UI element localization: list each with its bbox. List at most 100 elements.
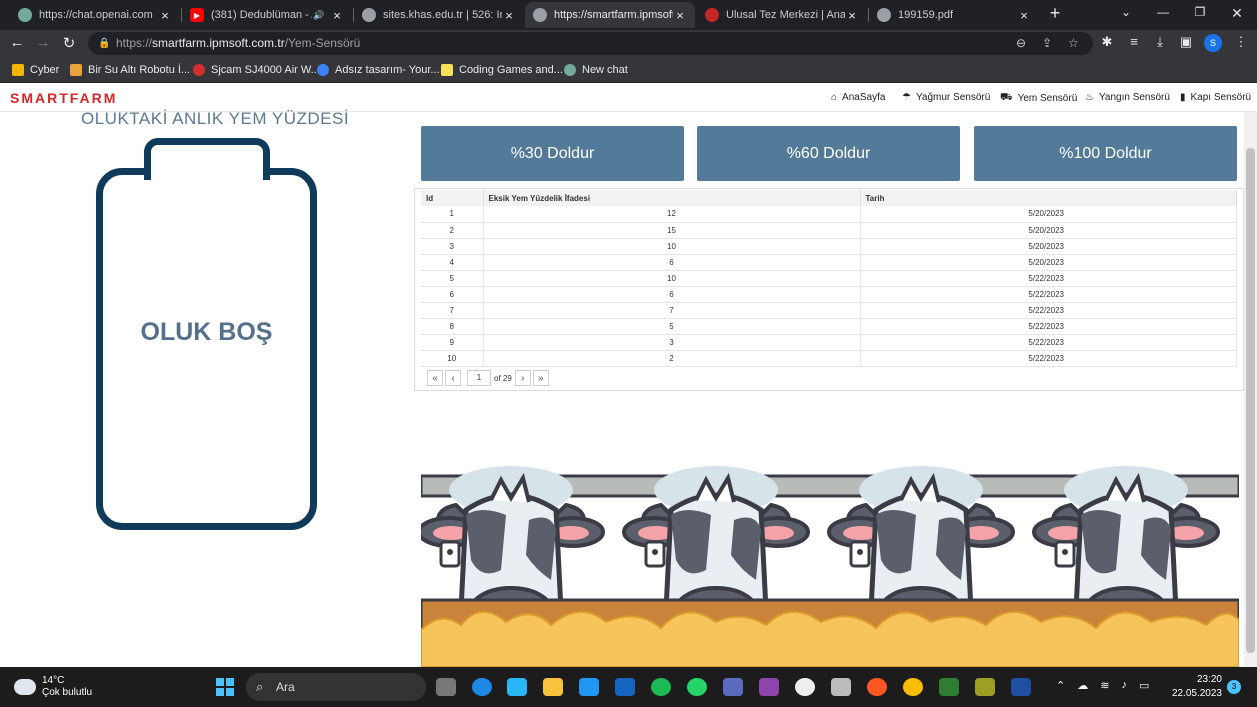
maximize-icon[interactable]: ❐ — [1190, 5, 1210, 19]
nav-yem-sensoru[interactable]: ⛟ Yem Sensörü — [1000, 92, 1077, 105]
forward-icon[interactable]: → — [34, 34, 52, 51]
table-row[interactable]: 3 10 5/20/2023 — [421, 238, 1237, 255]
trough-container — [96, 168, 317, 530]
reload-icon[interactable]: ↻ — [60, 34, 78, 52]
next-page-button[interactable]: › — [514, 370, 531, 386]
table-row[interactable]: 9 3 5/22/2023 — [421, 334, 1237, 351]
minimize-icon[interactable]: — — [1153, 5, 1173, 19]
start-button[interactable] — [216, 678, 234, 696]
wifi-icon[interactable]: ≋ — [1100, 679, 1109, 692]
table-row[interactable]: 4 6 5/20/2023 — [421, 254, 1237, 271]
close-icon[interactable]: × — [1017, 8, 1031, 23]
column-header-id[interactable]: Id — [421, 190, 484, 206]
profile-avatar[interactable]: S — [1204, 34, 1222, 52]
unity-icon[interactable] — [831, 678, 851, 696]
app-icon[interactable] — [939, 678, 959, 696]
fill-60-button[interactable]: %60 Doldur — [697, 126, 960, 181]
store-icon[interactable] — [579, 678, 599, 696]
spotify-icon[interactable] — [651, 678, 671, 696]
table-row[interactable]: 10 2 5/22/2023 — [421, 350, 1237, 367]
tab-smartfarm[interactable]: https://smartfarm.ipmsoft.c × — [525, 2, 695, 28]
column-header-missing-feed[interactable]: Eksik Yem Yüzdelik İfadesi — [483, 190, 861, 206]
nav-yangin-sensoru[interactable]: ♨ Yangın Sensörü — [1085, 92, 1170, 103]
tab-youtube[interactable]: ▶ (381) Dedublüman - Al 🔊 × — [182, 2, 352, 28]
brand-logo[interactable]: SMARTFARM — [10, 90, 117, 106]
bookmark-canva[interactable]: Adsız tasarım- Your... — [317, 62, 440, 78]
first-page-button[interactable]: « — [427, 370, 443, 386]
visual-studio-icon[interactable] — [759, 678, 779, 696]
share-icon[interactable]: ⇪ — [1042, 32, 1052, 55]
openai-icon — [564, 64, 576, 76]
bookmark-new-chat[interactable]: New chat — [564, 62, 628, 78]
fill-100-button[interactable]: %100 Doldur — [974, 126, 1237, 181]
tab-search-icon[interactable]: ⌄ — [1116, 5, 1136, 19]
bookmark-sjcam[interactable]: Sjcam SJ4000 Air W... — [193, 62, 320, 78]
postman-icon[interactable] — [867, 678, 887, 696]
table-row[interactable]: 5 10 5/22/2023 — [421, 270, 1237, 287]
word-icon[interactable] — [1011, 678, 1031, 696]
table-row[interactable]: 8 5 5/22/2023 — [421, 318, 1237, 335]
page-scrollbar[interactable] — [1244, 112, 1257, 667]
edge-icon[interactable] — [472, 678, 492, 696]
virtualbox-icon[interactable] — [723, 678, 743, 696]
bookmark-codingame[interactable]: Coding Games and... — [441, 62, 563, 78]
table-row[interactable]: 7 7 5/22/2023 — [421, 302, 1237, 319]
nav-yagmur-sensoru[interactable]: ☂ Yağmur Sensörü — [902, 92, 990, 103]
bookmark-su-alti[interactable]: Bir Su Altı Robotu İ... — [70, 62, 190, 78]
scrollbar-thumb[interactable] — [1246, 148, 1255, 653]
volume-icon[interactable]: ♪ — [1121, 679, 1127, 692]
column-header-date[interactable]: Tarih — [860, 190, 1237, 206]
feed-table: Id Eksik Yem Yüzdelik İfadesi Tarih 1 12 5… — [421, 190, 1237, 367]
lock-icon: 🔒 — [98, 38, 111, 49]
close-icon[interactable]: × — [330, 8, 344, 23]
menu-icon[interactable]: ⋮ — [1232, 34, 1250, 50]
new-tab-button[interactable]: + — [1045, 3, 1065, 25]
desktop-icon[interactable] — [507, 678, 527, 696]
clock[interactable]: 23:20 22.05.2023 — [1170, 673, 1222, 701]
task-view-icon[interactable] — [436, 678, 456, 696]
speaker-icon[interactable]: 🔊 — [312, 10, 326, 21]
app-icon[interactable] — [975, 678, 995, 696]
window-close-icon[interactable]: ✕ — [1227, 5, 1247, 22]
file-explorer-icon[interactable] — [543, 678, 563, 696]
prev-page-button[interactable]: ‹ — [445, 370, 461, 386]
sidepanel-icon[interactable]: ▣ — [1177, 34, 1195, 50]
table-row[interactable]: 2 15 5/20/2023 — [421, 222, 1237, 239]
taskbar-search[interactable]: ⌕ Ara — [246, 673, 426, 701]
app-icon[interactable] — [795, 678, 815, 696]
bookmark-star-icon[interactable]: ☆ — [1068, 32, 1079, 55]
table-row[interactable]: 1 12 5/20/2023 — [421, 206, 1237, 223]
cell-id: 2 — [421, 222, 484, 239]
pager: « ‹ 1 of 29 › » — [427, 370, 549, 386]
download-icon[interactable]: ⤓ — [1151, 34, 1169, 50]
tab-chat-openai[interactable]: https://chat.openai.com × — [10, 2, 180, 28]
last-page-button[interactable]: » — [532, 370, 549, 386]
close-icon[interactable]: × — [845, 8, 859, 23]
mail-icon[interactable] — [615, 678, 635, 696]
close-icon[interactable]: × — [502, 8, 516, 23]
media-control-icon[interactable]: ≡ — [1125, 34, 1143, 49]
close-icon[interactable]: × — [158, 8, 172, 23]
weather-widget[interactable]: 14°C Çok bulutlu — [14, 675, 92, 699]
tab-ulusal-tez[interactable]: Ulusal Tez Merkezi | Anasay × — [697, 2, 867, 28]
back-icon[interactable]: ← — [8, 34, 26, 51]
zoom-icon[interactable]: ⊖ — [1016, 32, 1026, 55]
whatsapp-icon[interactable] — [687, 678, 707, 696]
tab-pdf[interactable]: 199159.pdf × — [869, 2, 1039, 28]
battery-icon[interactable]: ▭ — [1139, 679, 1149, 692]
chevron-up-icon[interactable]: ⌃ — [1056, 679, 1065, 692]
extensions-icon[interactable]: ✱ — [1098, 34, 1116, 50]
chrome-icon[interactable] — [903, 678, 923, 696]
close-icon[interactable]: × — [673, 8, 687, 23]
nav-kapi-sensoru[interactable]: ▮ Kapı Sensörü — [1180, 92, 1251, 103]
bookmark-cyber[interactable]: Cyber — [12, 62, 59, 78]
onedrive-icon[interactable]: ☁ — [1077, 679, 1088, 692]
fill-30-button[interactable]: %30 Doldur — [421, 126, 684, 181]
address-bar[interactable]: 🔒 https://smartfarm.ipmsoft.com.tr/Yem-S… — [88, 32, 1093, 55]
table-row[interactable]: 6 6 5/22/2023 — [421, 286, 1237, 303]
nav-anasayfa[interactable]: ⌂ AnaSayfa — [831, 92, 885, 103]
notification-badge[interactable]: 3 — [1227, 680, 1241, 694]
table-header-row: Id Eksik Yem Yüzdelik İfadesi Tarih — [421, 190, 1237, 206]
tab-sites-khas[interactable]: sites.khas.edu.tr | 526: Inval × — [354, 2, 524, 28]
page-number-input[interactable]: 1 — [467, 370, 491, 386]
